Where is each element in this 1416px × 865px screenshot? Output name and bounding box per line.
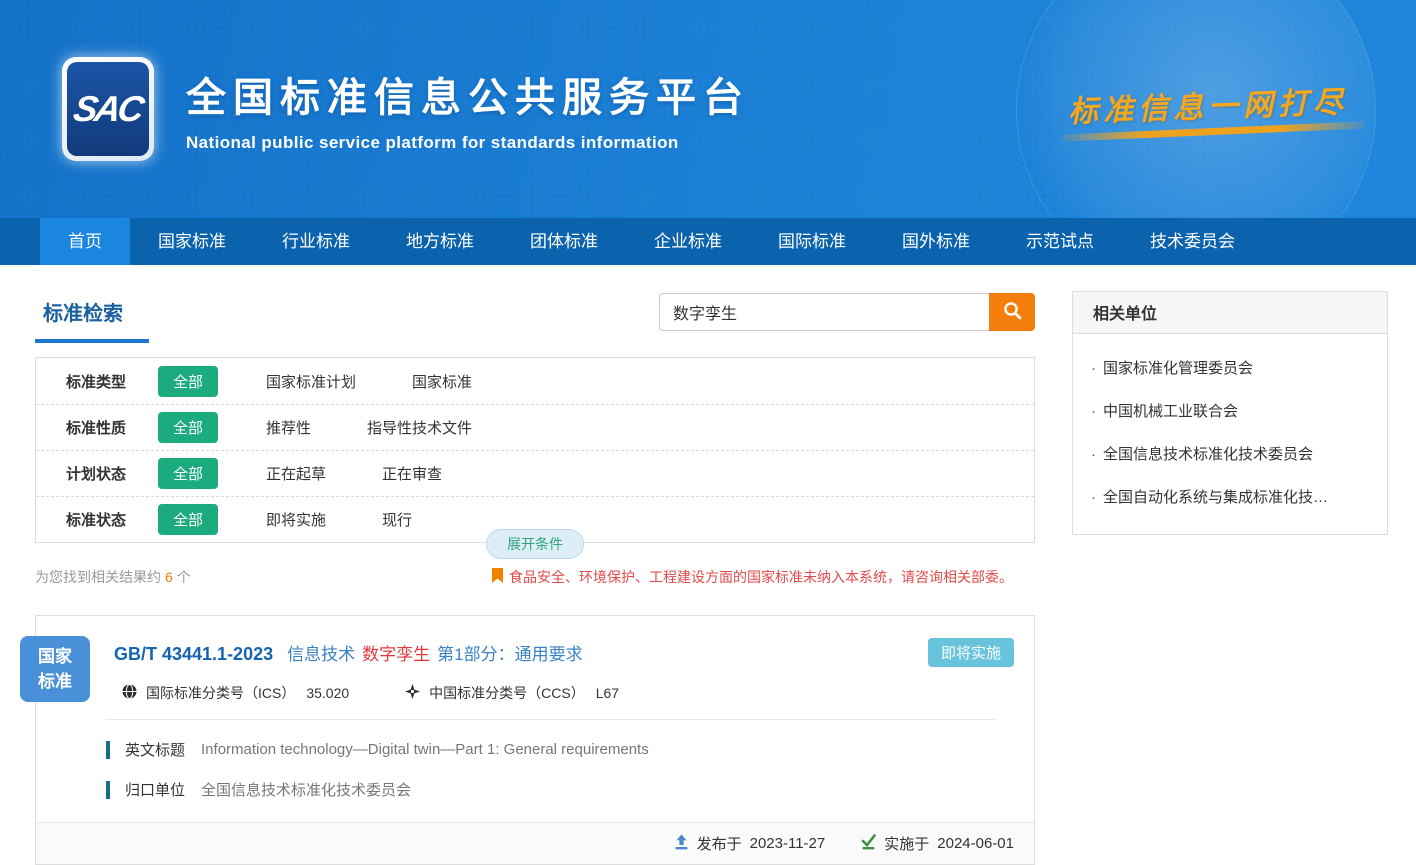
check-icon [861,834,876,854]
filter-option[interactable]: 推荐性 [266,417,311,438]
nav-item-pilot[interactable]: 示范试点 [998,218,1122,265]
badge-line1: 国家 [20,644,90,670]
filter-option[interactable]: 现行 [382,509,412,530]
result-count-prefix: 为您找到相关结果约 [35,569,161,585]
standard-title-part1: 信息技术 [287,640,355,665]
sac-logo-box: SAC [67,62,149,156]
badge-line2: 标准 [20,669,90,695]
english-title-value: Information technology—Digital twin—Part… [201,741,649,758]
standard-title-link[interactable]: GB/T 43441.1-2023 信息技术 数字孪生 第1部分：通用要求 [114,640,583,665]
site-banner: SAC 全国标准信息公共服务平台 National public service… [0,0,1416,218]
related-unit-link[interactable]: 国家标准化管理委员会 [1091,346,1369,389]
related-units-title: 相关单位 [1073,292,1387,334]
related-unit-link[interactable]: 全国自动化系统与集成标准化技… [1091,475,1369,518]
implement-date: 实施于 2024-06-01 [861,833,1014,854]
english-title-label: 英文标题 [125,739,185,760]
filter-option[interactable]: 指导性技术文件 [367,417,472,438]
filter-row-standard-type: 标准类型 全部 国家标准计划 国家标准 [36,358,1034,404]
filter-row-plan-status: 计划状态 全部 正在起草 正在审查 [36,450,1034,496]
teal-marker [106,741,110,759]
committee-label: 归口单位 [125,779,185,800]
result-count: 为您找到相关结果约6个 [35,567,191,587]
implement-date-value: 2024-06-01 [937,835,1014,852]
related-units-panel: 相关单位 国家标准化管理委员会 中国机械工业联合会 全国信息技术标准化技术委员会… [1072,291,1388,535]
filter-option[interactable]: 国家标准计划 [266,371,356,392]
filter-label: 标准性质 [66,417,158,438]
nav-item-industry-standards[interactable]: 行业标准 [254,218,378,265]
filter-all-button[interactable]: 全部 [158,412,218,443]
ccs-classification: 中国标准分类号（CCS） L67 [405,683,619,703]
filter-option[interactable]: 即将实施 [266,509,326,530]
nav-item-enterprise-standards[interactable]: 企业标准 [626,218,750,265]
english-title-row: 英文标题 Information technology—Digital twin… [106,739,1014,760]
nav-item-home[interactable]: 首页 [40,218,130,265]
teal-marker [106,781,110,799]
search-icon [1003,301,1022,323]
committee-value: 全国信息技术标准化技术委员会 [201,779,411,800]
related-unit-link[interactable]: 全国信息技术标准化技术委员会 [1091,432,1369,475]
ics-value: 35.020 [306,685,349,701]
result-count-number: 6 [165,569,173,585]
ics-label: 国际标准分类号（ICS） [146,683,295,703]
globe-icon [122,684,137,702]
status-badge: 即将实施 [928,638,1014,667]
filter-option[interactable]: 正在起草 [266,463,326,484]
ccs-value: L67 [596,685,619,701]
nav-item-local-standards[interactable]: 地方标准 [378,218,502,265]
publish-date: 发布于 2023-11-27 [674,833,826,854]
filter-label: 标准类型 [66,371,158,392]
nav-item-international-standards[interactable]: 国际标准 [750,218,874,265]
card-footer: 发布于 2023-11-27 实施于 2024-06-01 [36,822,1034,864]
publish-icon [674,834,689,854]
committee-row: 归口单位 全国信息技术标准化技术委员会 [106,779,1014,800]
related-unit-link[interactable]: 中国机械工业联合会 [1091,389,1369,432]
standard-title-part2: 第1部分：通用要求 [437,640,582,665]
standard-search-tab[interactable]: 标准检索 [35,291,149,343]
standard-result-card: 国家 标准 GB/T 43441.1-2023 信息技术 数字孪生 第1部分：通… [35,615,1035,865]
filter-row-standard-nature: 标准性质 全部 推荐性 指导性技术文件 [36,404,1034,450]
compass-icon [405,684,420,702]
result-count-suffix: 个 [177,569,191,585]
nav-item-group-standards[interactable]: 团体标准 [502,218,626,265]
filter-all-button[interactable]: 全部 [158,458,218,489]
filter-label: 计划状态 [66,463,158,484]
sac-logo-text: SAC [71,88,145,130]
main-nav: 首页 国家标准 行业标准 地方标准 团体标准 企业标准 国际标准 国外标准 示范… [0,218,1416,265]
filter-all-button[interactable]: 全部 [158,366,218,397]
nav-item-technical-committees[interactable]: 技术委员会 [1122,218,1263,265]
standard-code: GB/T 43441.1-2023 [114,644,273,665]
nav-item-foreign-standards[interactable]: 国外标准 [874,218,998,265]
filter-panel: 标准类型 全部 国家标准计划 国家标准 标准性质 全部 推荐性 指导性技术文件 … [35,357,1035,543]
notice-text: 食品安全、环境保护、工程建设方面的国家标准未纳入本系统，请咨询相关部委。 [509,567,1013,587]
sac-logo[interactable]: SAC [62,57,154,161]
site-title: 全国标准信息公共服务平台 [186,65,750,123]
expand-conditions-button[interactable]: 展开条件 [486,529,584,559]
bookmark-icon [492,568,503,586]
publish-date-value: 2023-11-27 [750,835,826,852]
filter-option[interactable]: 正在审查 [382,463,442,484]
system-notice: 食品安全、环境保护、工程建设方面的国家标准未纳入本系统，请咨询相关部委。 [492,567,1035,587]
ccs-label: 中国标准分类号（CCS） [429,683,585,703]
search-button[interactable] [989,293,1035,331]
standard-title-highlight: 数字孪生 [362,640,430,665]
search-input[interactable] [659,293,989,331]
national-standard-badge[interactable]: 国家 标准 [20,636,90,702]
site-subtitle: National public service platform for sta… [186,133,750,153]
search-box [659,293,1035,331]
nav-item-national-standards[interactable]: 国家标准 [130,218,254,265]
publish-label: 发布于 [697,833,742,854]
implement-label: 实施于 [884,833,929,854]
ics-classification: 国际标准分类号（ICS） 35.020 [122,683,349,703]
filter-label: 标准状态 [66,509,158,530]
filter-option[interactable]: 国家标准 [412,371,472,392]
